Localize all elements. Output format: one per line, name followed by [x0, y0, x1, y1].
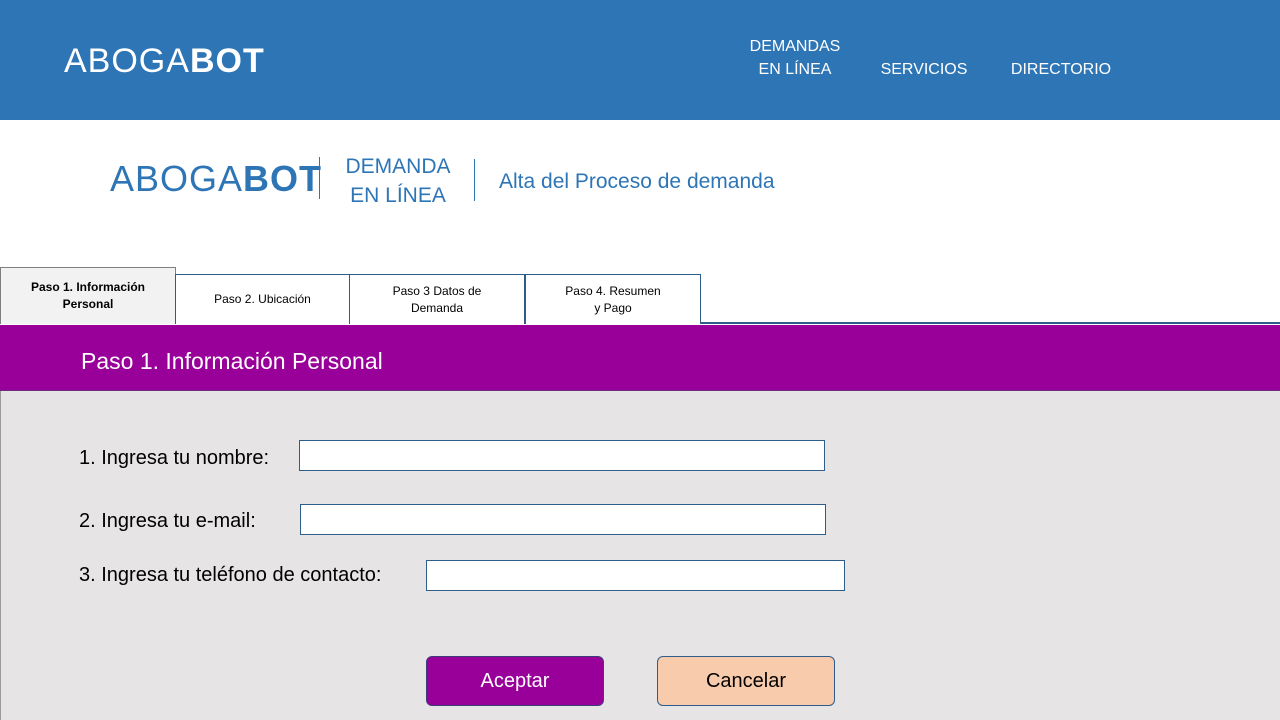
- tab-label: Paso 1. Información Personal: [30, 280, 146, 311]
- page-title: Alta del Proceso de demanda: [499, 170, 775, 193]
- cancel-button[interactable]: Cancelar: [657, 656, 835, 706]
- nav-directorio[interactable]: DIRECTORIO: [1006, 58, 1116, 81]
- subheader-demanda-line2: EN LÍNEA: [350, 184, 446, 207]
- nav-demandas-line1: DEMANDAS: [749, 38, 841, 55]
- subheader-divider: [474, 159, 475, 201]
- subheader-logo-light: ABOGA: [110, 158, 244, 199]
- tab-paso-3[interactable]: Paso 3 Datos de Demanda: [349, 274, 525, 324]
- logo-text-light: ABOGA: [64, 42, 190, 80]
- tab-label: Paso 3 Datos de Demanda: [392, 283, 482, 315]
- subheader-section-title: DEMANDA EN LÍNEA: [336, 152, 460, 210]
- phone-label: 3. Ingresa tu teléfono de contacto:: [79, 564, 382, 586]
- panel-title: Paso 1. Información Personal: [81, 348, 383, 374]
- top-navbar: ABOGABOT DEMANDAS EN LÍNEA SERVICIOS DIR…: [0, 0, 1280, 120]
- subheader-divider: [319, 157, 320, 199]
- nav-demandas-en-linea[interactable]: DEMANDAS EN LÍNEA: [744, 35, 846, 81]
- name-label: 1. Ingresa tu nombre:: [79, 447, 270, 469]
- subheader-demanda-line1: DEMANDA: [345, 155, 451, 178]
- name-input[interactable]: [299, 440, 825, 471]
- tab-paso-2[interactable]: Paso 2. Ubicación: [175, 274, 350, 324]
- subheader-logo: ABOGABOT: [110, 161, 322, 197]
- accept-button[interactable]: Aceptar: [426, 656, 604, 706]
- brand-logo[interactable]: ABOGABOT: [64, 44, 265, 78]
- logo-text-bold: BOT: [189, 42, 265, 80]
- tab-label: Paso 2. Ubicación: [214, 292, 311, 306]
- phone-input[interactable]: [426, 560, 845, 591]
- tab-paso-1[interactable]: Paso 1. Información Personal: [0, 267, 176, 324]
- email-label: 2. Ingresa tu e-mail:: [79, 510, 256, 532]
- nav-servicios[interactable]: SERVICIOS: [874, 58, 974, 81]
- tab-label: Paso 4. Resumen y Pago: [565, 283, 661, 315]
- subheader-logo-bold: BOT: [243, 158, 323, 199]
- tab-paso-4[interactable]: Paso 4. Resumen y Pago: [525, 274, 701, 324]
- nav-demandas-line2: EN LÍNEA: [758, 61, 832, 78]
- email-input[interactable]: [300, 504, 826, 535]
